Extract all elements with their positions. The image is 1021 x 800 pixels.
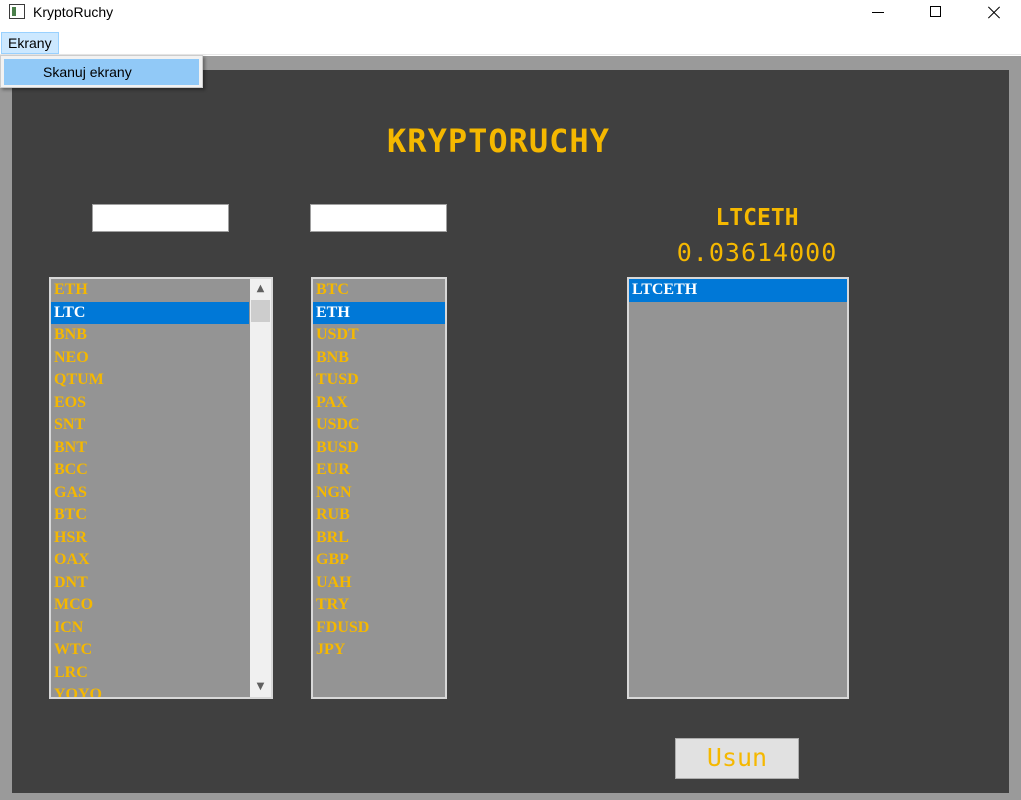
base-list-scrollbar[interactable]: ▲ ▼ bbox=[250, 279, 271, 697]
app-window-icon bbox=[9, 4, 25, 19]
selected-pair-price: 0.03614000 bbox=[676, 238, 838, 267]
pairs-list-item[interactable]: LTCETH bbox=[629, 279, 847, 302]
usun-button[interactable]: Usun bbox=[675, 738, 799, 779]
base-list-item[interactable]: GAS bbox=[51, 482, 249, 505]
base-list-item[interactable]: MCO bbox=[51, 594, 249, 617]
base-list-item[interactable]: YOYO bbox=[51, 684, 249, 697]
quote-list-item[interactable]: PAX bbox=[313, 392, 445, 415]
maximize-button[interactable] bbox=[912, 0, 958, 28]
base-list-item[interactable]: BTC bbox=[51, 504, 249, 527]
quote-list-item[interactable]: GBP bbox=[313, 549, 445, 572]
maximize-icon bbox=[930, 6, 941, 17]
minimize-button[interactable] bbox=[856, 0, 902, 28]
quote-list-item[interactable]: BTC bbox=[313, 279, 445, 302]
quote-list-item[interactable]: BRL bbox=[313, 527, 445, 550]
quote-list-item[interactable]: UAH bbox=[313, 572, 445, 595]
app-title: KRYPTORUCHY bbox=[387, 122, 610, 160]
minimize-icon bbox=[872, 12, 884, 13]
quote-currency-input[interactable] bbox=[310, 204, 447, 232]
base-list-item[interactable]: HSR bbox=[51, 527, 249, 550]
quote-list-item[interactable]: NGN bbox=[313, 482, 445, 505]
base-list-item[interactable]: ICN bbox=[51, 617, 249, 640]
selected-pair-name: LTCETH bbox=[715, 205, 799, 231]
base-list-item[interactable]: BNB bbox=[51, 324, 249, 347]
quote-list-item[interactable]: USDC bbox=[313, 414, 445, 437]
base-list-item[interactable]: WTC bbox=[51, 639, 249, 662]
title-bar: KryptoRuchy bbox=[0, 0, 1021, 31]
pairs-list[interactable]: LTCETH bbox=[627, 277, 849, 699]
base-currency-input[interactable] bbox=[92, 204, 229, 232]
base-list-item[interactable]: LTC bbox=[51, 301, 249, 324]
quote-list-item[interactable]: BUSD bbox=[313, 437, 445, 460]
quote-list-item[interactable]: FDUSD bbox=[313, 617, 445, 640]
base-list-item[interactable]: BNT bbox=[51, 437, 249, 460]
base-list-item[interactable]: NEO bbox=[51, 347, 249, 370]
menu-bar: Ekrany bbox=[0, 31, 1021, 55]
base-list-item[interactable]: ETH bbox=[51, 279, 249, 302]
menu-item-skanuj-ekrany[interactable]: Skanuj ekrany bbox=[4, 59, 199, 85]
quote-list-item[interactable]: JPY bbox=[313, 639, 445, 662]
menu-ekrany[interactable]: Ekrany bbox=[1, 32, 59, 54]
base-list-item[interactable]: BCC bbox=[51, 459, 249, 482]
quote-list-item[interactable]: RUB bbox=[313, 504, 445, 527]
quote-list-item[interactable]: USDT bbox=[313, 324, 445, 347]
chevron-up-icon[interactable]: ▲ bbox=[250, 279, 271, 299]
quote-currency-list[interactable]: BTC ETH USDT BNB TUSD PAX USDC BUSD EUR NGN RUB BRL… bbox=[311, 277, 447, 699]
quote-list-item[interactable]: TUSD bbox=[313, 369, 445, 392]
window-title: KryptoRuchy bbox=[33, 4, 114, 20]
close-button[interactable] bbox=[970, 0, 1016, 28]
base-list-item[interactable]: EOS bbox=[51, 392, 249, 415]
base-list-item[interactable]: LRC bbox=[51, 662, 249, 685]
chevron-down-icon[interactable]: ▼ bbox=[250, 677, 271, 697]
base-list-item[interactable]: DNT bbox=[51, 572, 249, 595]
quote-list-item[interactable]: ETH bbox=[313, 301, 445, 324]
ekrany-dropdown-menu: Skanuj ekrany bbox=[0, 55, 203, 88]
scrollbar-thumb[interactable] bbox=[251, 300, 270, 322]
quote-list-item[interactable]: BNB bbox=[313, 347, 445, 370]
base-list-item[interactable]: SNT bbox=[51, 414, 249, 437]
base-currency-list[interactable]: ETH LTC BNB NEO QTUM EOS SNT BNT BCC GAS BTC HSR OAX… bbox=[49, 277, 273, 699]
base-list-item[interactable]: OAX bbox=[51, 549, 249, 572]
quote-list-item[interactable]: EUR bbox=[313, 459, 445, 482]
quote-list-item[interactable]: TRY bbox=[313, 594, 445, 617]
base-list-item[interactable]: QTUM bbox=[51, 369, 249, 392]
